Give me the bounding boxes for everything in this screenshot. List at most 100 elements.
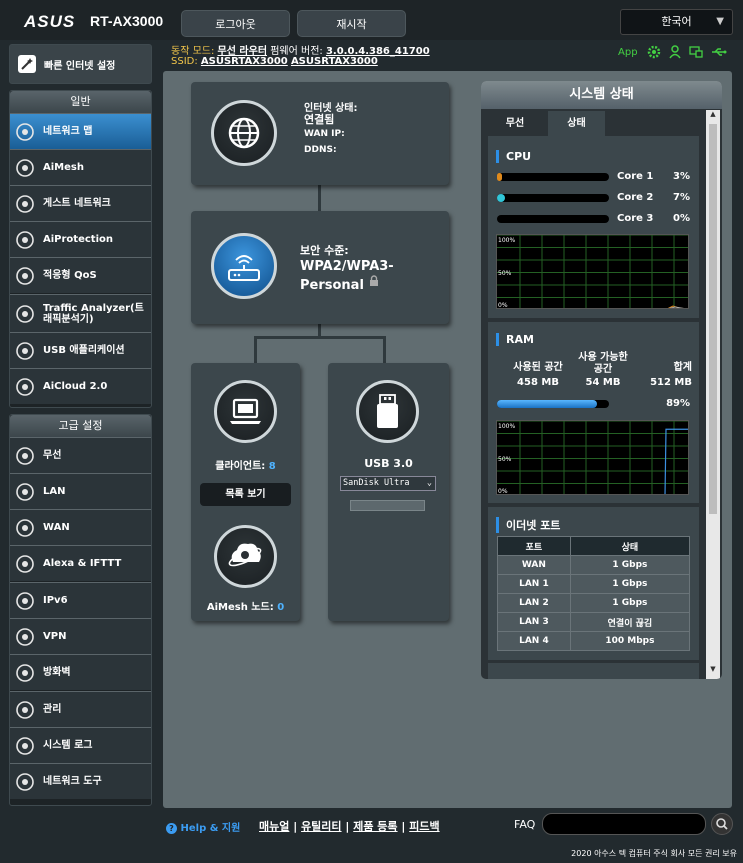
connector-line [254, 336, 385, 339]
chevron-down-icon: ⌄ [426, 478, 432, 488]
cpu-core-bar [497, 215, 609, 223]
sidebar-item-label: Alexa & IFTTT [43, 558, 122, 569]
cpu-core-percent: 3% [673, 171, 690, 182]
help-support-link[interactable]: ? Help & 지원 [166, 819, 240, 834]
scrollbar-thumb[interactable] [709, 124, 717, 514]
ram-used-label: 사용된 공간 [513, 362, 563, 373]
sidebar-item-lan[interactable]: LAN [10, 473, 151, 509]
port-name: LAN 3 [497, 612, 571, 632]
col-status: 상태 [569, 536, 691, 556]
sidebar-item-admin[interactable]: 관리 [10, 691, 151, 727]
feedback-link[interactable]: 피드백 [409, 820, 439, 833]
ethernet-section: 이더넷 포트 포트 상태 WAN 1 Gbps LAN 11 Gbps LAN 21 G… [488, 507, 699, 679]
tab-wireless[interactable]: 무선 [490, 111, 540, 136]
clients-count-line: 클라이언트: 8 [191, 457, 300, 472]
tab-status[interactable]: 상태 [548, 111, 605, 136]
port-name: LAN 1 [497, 574, 571, 594]
graph-tick-label: 100% [498, 423, 515, 430]
copyright: 2020 아수스 텍 컴퓨터 주식 회사 모든 권리 보유 [571, 849, 737, 858]
scroll-up-icon[interactable]: ▲ [706, 110, 720, 122]
sidebar-item-traffic-analyzer[interactable]: Traffic Analyzer(트래픽분석기) [10, 294, 151, 332]
reboot-button[interactable]: 재시작 [297, 10, 406, 37]
graph-tick-label: 100% [498, 237, 515, 244]
manual-link[interactable]: 매뉴얼 [259, 820, 289, 833]
ssid-link-1[interactable]: ASUSRTAX3000 [201, 56, 288, 67]
router-security-card[interactable]: 보안 수준: WPA2/WPA3-Personal [191, 211, 449, 324]
sidebar-item-usb[interactable]: USB 애플리케이션 [10, 332, 151, 368]
router-icon [211, 233, 277, 299]
aimesh-node-icon[interactable] [214, 525, 277, 588]
vpn-icon [14, 626, 36, 648]
wan-ip-label: WAN IP: [304, 129, 345, 139]
cpu-core-name: Core 3 [617, 213, 654, 224]
quick-setup-button[interactable]: 빠른 인터넷 설정 [9, 44, 152, 84]
cpu-core-fill [497, 173, 502, 181]
cpu-core-bar [497, 173, 609, 181]
scroll-down-icon[interactable]: ▼ [706, 665, 720, 677]
status-scrollbar[interactable]: ▲ ▼ [706, 110, 720, 679]
faq-search-button[interactable] [711, 813, 733, 835]
devices-icon[interactable] [689, 46, 703, 58]
table-row: WAN 1 Gbps [497, 555, 691, 575]
sidebar-item-label: 시스템 로그 [43, 740, 93, 751]
sidebar-item-network-tools[interactable]: 네트워크 도구 [10, 763, 151, 799]
view-list-button[interactable]: 목록 보기 [200, 483, 291, 506]
app-link[interactable]: App [618, 47, 638, 58]
chevron-down-icon: ▼ [716, 16, 724, 27]
alexa-ifttt-icon [14, 553, 36, 575]
gear-icon[interactable] [647, 45, 661, 59]
sidebar-item-wireless[interactable]: 무선 [10, 437, 151, 473]
language-select[interactable]: 한국어 ▼ [620, 9, 733, 35]
sidebar-item-system-log[interactable]: 시스템 로그 [10, 727, 151, 763]
ssid-label: SSID: [171, 56, 198, 67]
wan-globe-icon [14, 517, 36, 539]
sidebar-item-label: 게스트 네트워크 [43, 198, 111, 209]
sidebar-item-vpn[interactable]: VPN [10, 618, 151, 654]
sidebar-item-ipv6[interactable]: IPv6 [10, 582, 151, 618]
sidebar-item-network-map[interactable]: 네트워크 맵 [10, 113, 151, 149]
sidebar-item-firewall[interactable]: 방화벽 [10, 654, 151, 690]
faq-search-input[interactable] [542, 813, 706, 835]
clients-icon[interactable] [214, 380, 277, 443]
utility-link[interactable]: 유틸리티 [301, 820, 341, 833]
usb-device-select[interactable]: SanDisk Ultra ⌄ [340, 476, 436, 491]
sidebar-item-guest-network[interactable]: 게스트 네트워크 [10, 185, 151, 221]
footer-links: 매뉴얼 | 유틸리티 | 제품 등록 | 피드백 [259, 820, 440, 833]
graph-tick-label: 0% [498, 302, 508, 309]
divider [488, 660, 699, 663]
sidebar-item-qos-gauge[interactable]: 적응형 QoS [10, 257, 151, 293]
sidebar-item-alexa-ifttt[interactable]: Alexa & IFTTT [10, 545, 151, 581]
sidebar-item-wan-globe[interactable]: WAN [10, 509, 151, 545]
ssid-link-2[interactable]: ASUSRTAX3000 [291, 56, 378, 67]
sidebar-item-label: Traffic Analyzer(트래픽분석기) [43, 302, 144, 325]
shield-lock-icon [14, 229, 36, 251]
usb-device-value: SanDisk Ultra [343, 478, 410, 488]
aimesh-count[interactable]: 0 [277, 602, 284, 613]
clients-count[interactable]: 8 [269, 461, 276, 472]
sidebar-item-shield-lock[interactable]: AiProtection [10, 221, 151, 257]
ram-usage-bar [497, 400, 609, 408]
system-log-icon [14, 735, 36, 757]
port-status: 연결이 끊김 [569, 612, 691, 632]
ram-usage-line [664, 428, 688, 494]
general-menu-title: 일반 [10, 91, 151, 113]
aimesh-label: AiMesh 노드: [206, 602, 274, 613]
internet-status-card[interactable]: 인터넷 상태: 연결됨 WAN IP: DDNS: [191, 82, 449, 185]
logout-button[interactable]: 로그아웃 [181, 10, 290, 37]
qos-gauge-icon [14, 265, 36, 287]
ram-free-label: 사용 가능한 공간 [578, 352, 628, 375]
sidebar-item-cloud[interactable]: AiCloud 2.0 [10, 368, 151, 404]
search-icon [716, 818, 728, 830]
cpu-core-fill [497, 194, 505, 202]
usb-status-icon[interactable] [711, 47, 727, 57]
ethernet-table: 포트 상태 WAN 1 Gbps LAN 11 Gbps LAN 21 Gbps LAN … [497, 536, 691, 651]
connector-line [318, 184, 321, 212]
register-link[interactable]: 제품 등록 [353, 820, 397, 833]
ethernet-title: 이더넷 포트 [496, 517, 560, 533]
wand-icon [18, 55, 36, 73]
col-port: 포트 [497, 536, 571, 556]
help-icon: ? [166, 823, 177, 834]
sidebar-item-aimesh[interactable]: AiMesh [10, 149, 151, 185]
ram-section: RAM 사용된 공간 사용 가능한 공간 합계 458 MB 54 MB 512… [488, 322, 699, 503]
user-icon[interactable] [669, 45, 681, 59]
